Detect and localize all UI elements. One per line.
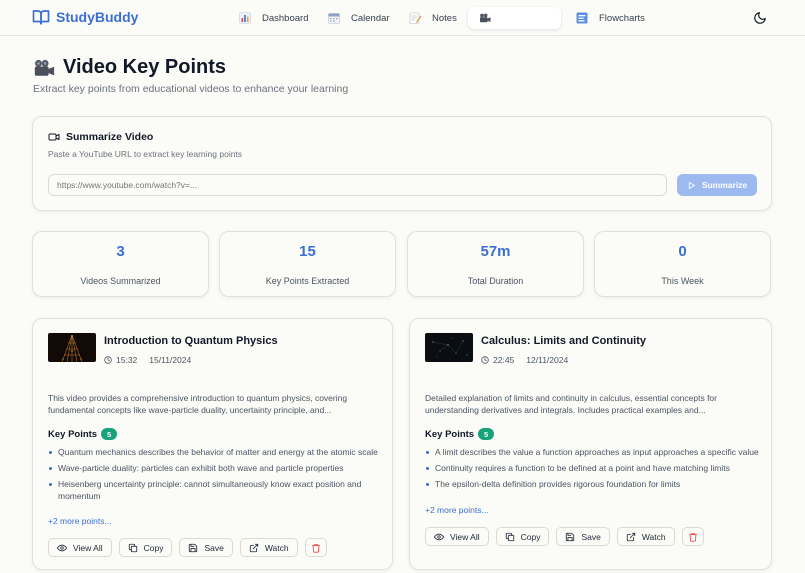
stat-value: 15 [299,243,316,260]
delete-button[interactable] [681,527,704,546]
video-actions: View All Copy Save Watch [425,527,704,546]
key-point-item: Quantum mechanics describes the behavior… [48,446,388,458]
key-points-heading: Key Points 5 [425,428,495,440]
key-points-list: Quantum mechanics describes the behavior… [48,446,388,506]
nav-label: Calendar [351,12,390,24]
video-actions: View All Copy Save Watch [48,538,327,557]
nav-notes[interactable]: Notes [408,7,457,29]
page-title-text: Video Key Points [63,56,227,78]
external-link-icon [626,532,635,541]
nav-label: Dashboard [262,12,309,24]
trash-icon [311,543,320,553]
stat-videos-summarized: 3 Videos Summarized [32,231,209,297]
more-points-link[interactable]: +2 more points... [425,505,489,515]
key-point-item: The epsilon-delta definition provides ri… [425,478,765,490]
nav-label: Flowcharts [599,12,645,24]
eye-icon [57,544,67,551]
summarize-card: Summarize Video Paste a YouTube URL to e… [32,116,772,211]
nav-video-key-points[interactable] [468,7,561,29]
top-nav: StudyBuddy Dashboard Calendar Notes Flow… [0,0,805,36]
video-card: Calculus: Limits and Continuity 22:45 12… [409,318,772,570]
copy-icon [505,532,514,541]
memo-icon [408,11,422,25]
watch-button[interactable]: Watch [616,527,675,546]
key-points-list: A limit describes the value a function a… [425,446,765,494]
chart-icon [575,11,589,25]
video-title: Calculus: Limits and Continuity [481,335,647,347]
video-date: 15/11/2024 [149,355,192,365]
save-button[interactable]: Save [179,538,233,557]
save-icon [189,543,198,552]
key-point-item: A limit describes the value a function a… [425,446,765,458]
video-duration: 22:45 [493,355,515,365]
stat-value: 0 [678,243,687,260]
key-point-item: Continuity requires a function to be def… [425,462,765,474]
view-all-button[interactable]: View All [425,527,489,546]
video-meta: 22:45 12/11/2024 [481,355,568,365]
stat-label: Videos Summarized [80,276,161,286]
save-icon [566,532,575,541]
delete-button[interactable] [304,538,327,557]
video-icon [48,133,60,141]
moon-icon[interactable] [753,11,767,25]
video-title: Introduction to Quantum Physics [104,335,278,347]
watch-button[interactable]: Watch [239,538,298,557]
copy-button[interactable]: Copy [495,527,550,546]
stat-key-points-extracted: 15 Key Points Extracted [219,231,396,297]
key-points-heading: Key Points 5 [48,428,118,440]
key-points-count-badge: 5 [478,428,495,440]
stat-label: This Week [661,276,704,286]
app-logo[interactable]: StudyBuddy [32,8,138,26]
trash-icon [688,532,697,542]
bar-chart-icon [238,11,252,25]
nav-label: Notes [432,12,457,24]
stat-total-duration: 57m Total Duration [407,231,584,297]
video-description: This video provides a comprehensive intr… [48,393,348,415]
video-card: Introduction to Quantum Physics 15:32 15… [32,318,393,570]
summarize-subtitle: Paste a YouTube URL to extract key learn… [48,149,243,159]
video-thumbnail[interactable] [425,333,473,362]
copy-icon [128,543,137,552]
summarize-title: Summarize Video [48,131,153,143]
stat-value: 57m [480,243,511,260]
clock-icon [481,356,489,364]
eye-icon [434,533,444,540]
video-meta: 15:32 15/11/2024 [104,355,191,365]
key-point-item: Heisenberg uncertainty principle: cannot… [48,478,388,502]
key-point-item: Wave-particle duality: particles can exh… [48,462,388,474]
book-open-icon [32,10,50,25]
youtube-url-input[interactable] [48,174,667,196]
video-description: Detailed explanation of limits and conti… [425,393,717,415]
video-date: 12/11/2024 [526,355,569,365]
key-points-count-badge: 5 [101,428,118,440]
nav-dashboard[interactable]: Dashboard [238,7,308,29]
page-title: Video Key Points [33,56,226,79]
more-points-link[interactable]: +2 more points... [48,516,112,526]
save-button[interactable]: Save [556,527,610,546]
external-link-icon [249,543,258,552]
movie-camera-icon [478,11,492,25]
stat-label: Key Points Extracted [265,276,350,286]
view-all-button[interactable]: View All [48,538,112,557]
page-subtitle: Extract key points from educational vide… [33,83,349,95]
stat-this-week: 0 This Week [594,231,771,297]
movie-camera-icon [34,59,55,76]
play-icon [688,181,695,189]
clock-icon [104,356,112,364]
stat-label: Total Duration [467,276,524,286]
stat-value: 3 [116,243,125,260]
summarize-button[interactable]: Summarize [677,174,757,196]
video-thumbnail[interactable] [48,333,96,362]
nav-flowcharts[interactable]: Flowcharts [575,7,645,29]
video-duration: 15:32 [116,355,138,365]
app-name: StudyBuddy [56,9,139,25]
calendar-icon [327,11,341,25]
copy-button[interactable]: Copy [118,538,173,557]
nav-calendar[interactable]: Calendar [327,7,390,29]
